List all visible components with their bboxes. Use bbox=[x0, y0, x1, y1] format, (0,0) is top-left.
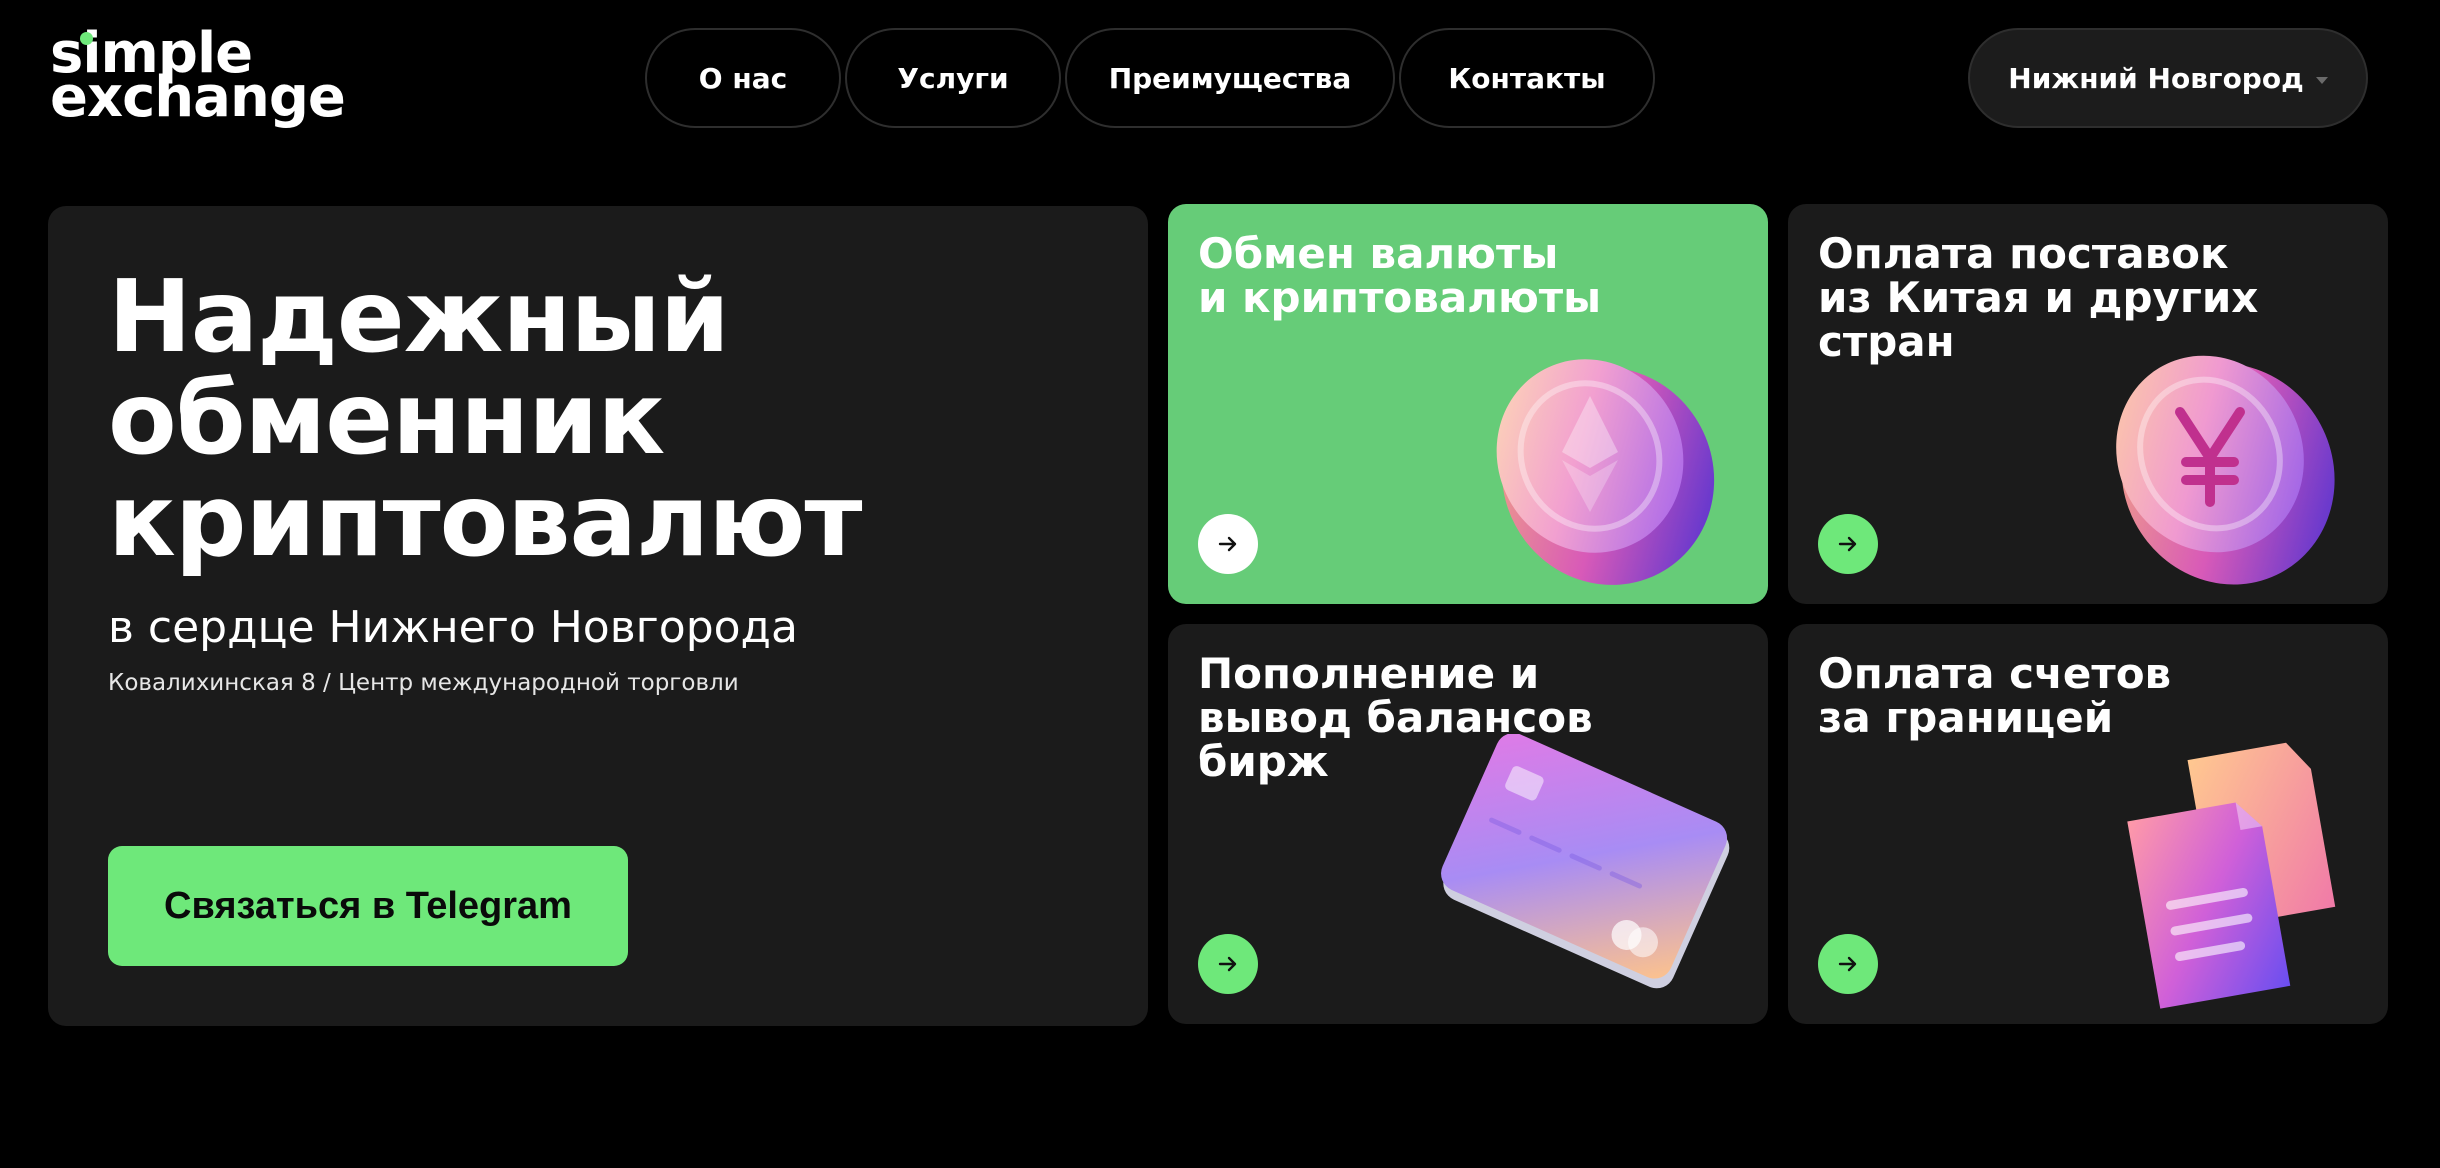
telegram-contact-button[interactable]: Связаться в Telegram bbox=[108, 846, 628, 966]
service-card-title: Пополнение и вывод балансов бирж bbox=[1198, 649, 1593, 786]
nav-item-contacts[interactable]: Контакты bbox=[1399, 28, 1655, 128]
invoice-documents-icon bbox=[2127, 742, 2336, 1009]
arrow-right-icon[interactable] bbox=[1818, 934, 1878, 994]
service-card-title: Обмен валюты и криптовалюты bbox=[1198, 229, 1602, 322]
service-card-title: Оплата поставок из Китая и других стран bbox=[1818, 229, 2259, 366]
service-card-title: Оплата счетов за границей bbox=[1818, 649, 2172, 742]
yuan-coin-icon bbox=[2116, 355, 2335, 585]
nav-item-advantages[interactable]: Преимущества bbox=[1065, 28, 1395, 128]
nav-item-about[interactable]: О нас bbox=[645, 28, 841, 128]
page: simple exchange О нас Услуги Преимуществ… bbox=[0, 0, 2440, 1168]
hero-address: Ковалихинская 8 / Центр международной то… bbox=[108, 670, 739, 696]
arrow-right-icon[interactable] bbox=[1198, 934, 1258, 994]
arrow-right-icon[interactable] bbox=[1198, 514, 1258, 574]
arrow-right-icon[interactable] bbox=[1818, 514, 1878, 574]
nav-item-services[interactable]: Услуги bbox=[845, 28, 1061, 128]
logo[interactable]: simple exchange bbox=[50, 26, 346, 132]
service-card-supply-payment[interactable]: Оплата поставок из Китая и других стран bbox=[1788, 204, 2388, 604]
hero-panel: Надежный обменник криптовалют в сердце Н… bbox=[48, 206, 1148, 1026]
logo-line-2: exchange bbox=[50, 65, 346, 130]
city-select-label: Нижний Новгород bbox=[2008, 61, 2304, 95]
hero-subtitle: в сердце Нижнего Новгорода bbox=[108, 602, 798, 653]
service-card-exchange-balances[interactable]: Пополнение и вывод балансов бирж bbox=[1168, 624, 1768, 1024]
logo-dot-icon bbox=[80, 32, 93, 45]
chevron-down-icon bbox=[2315, 76, 2328, 84]
city-select[interactable]: Нижний Новгород bbox=[1968, 28, 2368, 128]
service-card-exchange[interactable]: Обмен валюты и криптовалюты bbox=[1168, 204, 1768, 604]
ethereum-coin-icon bbox=[1496, 359, 1715, 585]
hero-title: Надежный обменник криптовалют bbox=[108, 258, 862, 579]
service-card-foreign-invoices[interactable]: Оплата счетов за границей bbox=[1788, 624, 2388, 1024]
